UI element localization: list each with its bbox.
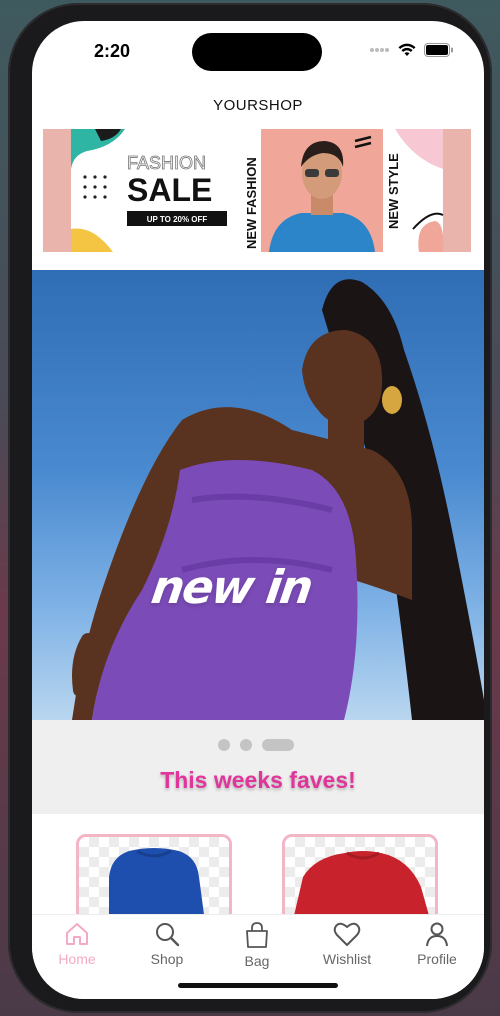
product-carousel[interactable]	[32, 814, 484, 914]
hero-headline: new in	[148, 560, 315, 614]
page-title: YOURSHOP	[213, 97, 303, 114]
carousel-pagination[interactable]	[218, 739, 294, 751]
faves-header-band: This weeks faves!	[32, 720, 484, 814]
status-bar: 2:20	[32, 21, 484, 83]
home-indicator[interactable]	[178, 983, 338, 988]
tab-wishlist[interactable]: Wishlist	[302, 921, 392, 967]
hero-image	[72, 279, 484, 720]
search-icon	[156, 923, 180, 947]
wifi-icon	[398, 43, 416, 56]
heart-icon	[333, 922, 361, 946]
promo-fashion-text: FASHION	[127, 153, 206, 173]
tab-label-wishlist: Wishlist	[322, 951, 372, 967]
product-image-blue-sweater	[109, 848, 204, 914]
carousel-dot-active[interactable]	[262, 739, 294, 751]
promo-banner-graphic: FASHION SALE UP TO 20% OFF NEW FASHION N…	[43, 129, 471, 252]
tab-label-home: Home	[58, 951, 96, 967]
dynamic-island	[192, 33, 322, 71]
hero-model-figure	[72, 279, 484, 720]
tab-profile[interactable]: Profile	[392, 921, 482, 967]
product-card[interactable]	[282, 834, 438, 914]
carousel-dot[interactable]	[240, 739, 252, 751]
tab-label-shop: Shop	[150, 951, 184, 967]
bag-icon	[246, 922, 268, 948]
product-card[interactable]	[76, 834, 232, 914]
tab-label-bag: Bag	[244, 953, 270, 969]
promo-new-fashion-text: NEW FASHION	[244, 157, 259, 249]
hero-banner[interactable]: new in	[32, 270, 484, 720]
promo-new-style-text: NEW STYLE	[386, 153, 401, 229]
promo-sale-text: SALE	[127, 172, 212, 208]
app-screen: 2:20 YOURSHOP FASHION SALE UP TO 20% OFF…	[32, 21, 484, 999]
home-icon	[66, 923, 88, 945]
phone-frame: 2:20 YOURSHOP FASHION SALE UP TO 20% OFF…	[8, 3, 492, 1013]
cellular-signal-icon	[370, 48, 389, 52]
product-image-red-sweater	[294, 851, 429, 914]
section-title: This weeks faves!	[160, 767, 356, 793]
status-icons	[370, 43, 454, 57]
battery-icon	[424, 43, 453, 57]
tab-bag[interactable]: Bag	[212, 921, 302, 969]
tab-home[interactable]: Home	[32, 921, 122, 967]
promo-discount-text: UP TO 20% OFF	[147, 215, 208, 224]
carousel-dot[interactable]	[218, 739, 230, 751]
status-time: 2:20	[94, 41, 131, 61]
tab-shop[interactable]: Shop	[122, 921, 212, 967]
promo-banner[interactable]: FASHION SALE UP TO 20% OFF NEW FASHION N…	[43, 129, 471, 252]
tab-label-profile: Profile	[417, 951, 457, 967]
person-icon	[426, 922, 448, 947]
